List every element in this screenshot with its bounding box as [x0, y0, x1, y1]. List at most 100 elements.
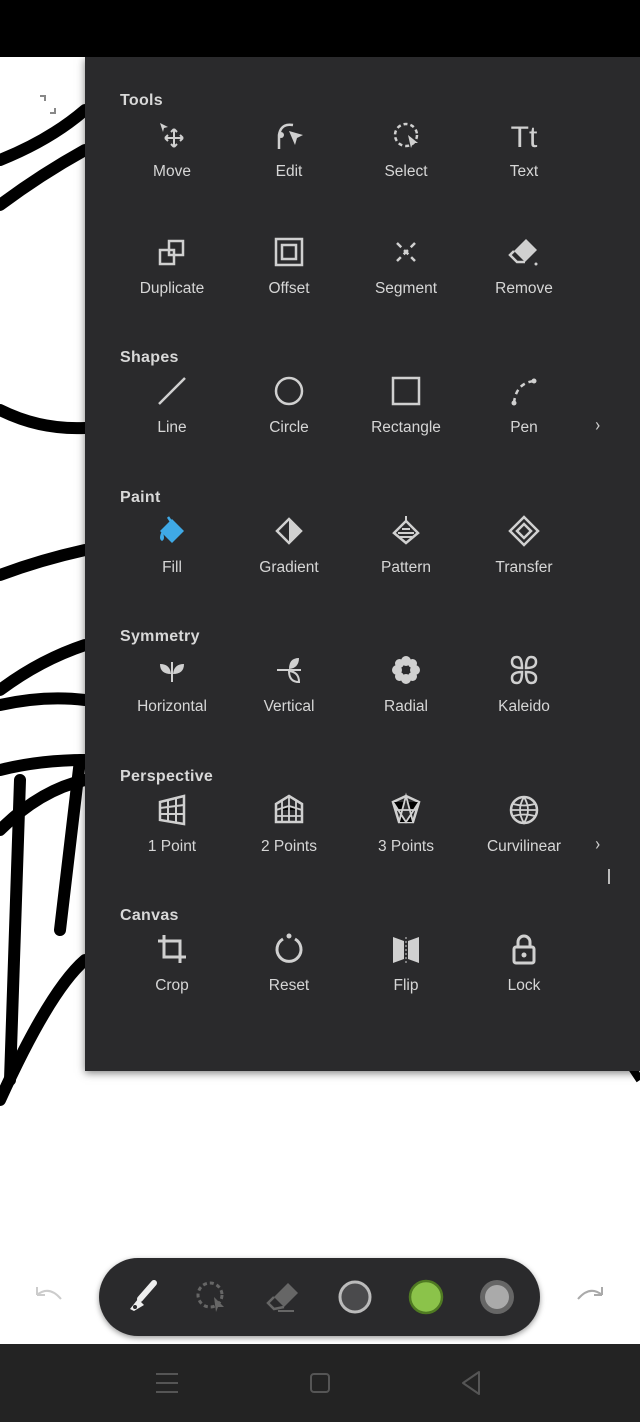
tool-transfer[interactable]: Transfer [469, 513, 579, 577]
offset-icon [274, 237, 304, 267]
home-icon[interactable] [303, 1366, 337, 1400]
tool-flip[interactable]: Flip [351, 931, 461, 995]
tool-move[interactable]: Move [117, 117, 227, 181]
tool-select[interactable]: Select [351, 117, 461, 181]
tool-remove[interactable]: Remove [469, 234, 579, 298]
circle-icon [274, 376, 304, 406]
tool-curvilinear[interactable]: Curvilinear [469, 792, 579, 856]
tool-label: 3 Points [377, 838, 434, 855]
tool-label: Curvilinear [486, 838, 562, 855]
curvilinear-icon [509, 795, 539, 825]
tool-label: Lock [507, 977, 541, 994]
tool-label: Circle [269, 419, 309, 436]
tool-label: Edit [275, 163, 303, 180]
tool-3-points[interactable]: 3 Points [351, 792, 461, 856]
tool-edit[interactable]: Edit [234, 117, 344, 181]
brush-icon[interactable] [122, 1277, 162, 1317]
lasso-select-icon[interactable] [192, 1277, 232, 1317]
tool-label: Transfer [495, 559, 553, 576]
fill-bucket-icon [160, 516, 184, 543]
text-icon: Tt [511, 121, 538, 153]
tool-label: 1 Point [147, 838, 197, 855]
tool-kaleido[interactable]: Kaleido [469, 652, 579, 716]
tool-2-points[interactable]: 2 Points [234, 792, 344, 856]
gradient-icon [275, 517, 303, 545]
tool-line[interactable]: Line [117, 373, 227, 437]
lock-icon [512, 934, 536, 965]
shapes-more-chevron-icon[interactable]: › [595, 415, 600, 436]
move-icon [160, 123, 184, 148]
tool-lock[interactable]: Lock [469, 931, 579, 995]
tool-label: Select [384, 163, 428, 180]
section-title-symmetry: Symmetry [120, 628, 200, 645]
tool-label: Crop [155, 977, 189, 994]
select-icon [393, 122, 419, 148]
tool-label: Horizontal [137, 698, 207, 715]
line-icon [158, 377, 186, 405]
undo-icon[interactable] [31, 1283, 67, 1313]
transfer-icon [508, 515, 540, 547]
tool-label: Text [509, 163, 539, 180]
tool-label: Remove [495, 280, 553, 297]
perspective-more-chevron-icon[interactable]: › [595, 834, 600, 855]
tool-label: Segment [374, 280, 438, 297]
tool-label: Rectangle [371, 419, 441, 436]
tool-radial[interactable]: Radial [351, 652, 461, 716]
redo-icon[interactable] [572, 1283, 608, 1313]
tool-pen[interactable]: Pen [469, 373, 579, 437]
tool-pattern[interactable]: Pattern [351, 513, 461, 577]
two-point-perspective-icon [274, 794, 304, 824]
vertical-symmetry-icon [277, 658, 301, 684]
section-title-perspective: Perspective [120, 768, 214, 785]
tool-label: Pattern [381, 559, 431, 576]
duplicate-icon [158, 239, 185, 266]
tool-offset[interactable]: Offset [234, 234, 344, 298]
tool-label: Fill [162, 559, 182, 576]
tool-rectangle[interactable]: Rectangle [351, 373, 461, 437]
kaleido-icon [510, 655, 538, 685]
pattern-icon [392, 516, 420, 545]
tool-text[interactable]: Tt Text [469, 117, 579, 181]
tool-vertical[interactable]: Vertical [234, 652, 344, 716]
tool-label: Vertical [263, 698, 315, 715]
tool-label: 2 Points [260, 838, 317, 855]
section-title-paint: Paint [120, 489, 161, 506]
tool-label: Duplicate [139, 280, 205, 297]
section-title-shapes: Shapes [120, 349, 179, 366]
reset-icon [275, 933, 303, 963]
pen-icon [511, 378, 537, 406]
three-point-perspective-icon [391, 792, 421, 824]
tool-label: Pen [510, 419, 538, 436]
tool-duplicate[interactable]: Duplicate [117, 234, 227, 298]
color-swatch[interactable] [406, 1277, 446, 1317]
tool-circle[interactable]: Circle [234, 373, 344, 437]
partial-next-item [608, 869, 610, 884]
tool-1-point[interactable]: 1 Point [117, 792, 227, 856]
section-title-tools: Tools [120, 92, 163, 109]
eraser-icon[interactable] [264, 1277, 304, 1317]
tool-fill[interactable]: Fill [117, 513, 227, 577]
section-title-canvas: Canvas [120, 907, 179, 924]
status-bar [0, 0, 640, 57]
tool-label: Radial [384, 698, 428, 715]
tool-label: Kaleido [498, 698, 550, 715]
crop-icon [158, 935, 186, 963]
back-icon[interactable] [455, 1366, 489, 1400]
bottom-toolbar [99, 1258, 540, 1336]
tool-label: Reset [268, 977, 310, 994]
tool-label: Offset [268, 280, 310, 297]
tool-horizontal[interactable]: Horizontal [117, 652, 227, 716]
tool-segment[interactable]: Segment [351, 234, 461, 298]
tool-gradient[interactable]: Gradient [234, 513, 344, 577]
tool-label: Move [153, 163, 191, 180]
opacity-icon[interactable] [477, 1277, 517, 1317]
rectangle-icon [391, 376, 421, 406]
brush-size-icon[interactable] [335, 1277, 375, 1317]
radial-symmetry-icon [392, 656, 420, 684]
tool-reset[interactable]: Reset [234, 931, 344, 995]
edit-icon [277, 123, 303, 149]
segment-icon [396, 242, 416, 262]
menu-icon[interactable] [150, 1366, 184, 1400]
tool-crop[interactable]: Crop [117, 931, 227, 995]
tool-label: Line [157, 419, 187, 436]
